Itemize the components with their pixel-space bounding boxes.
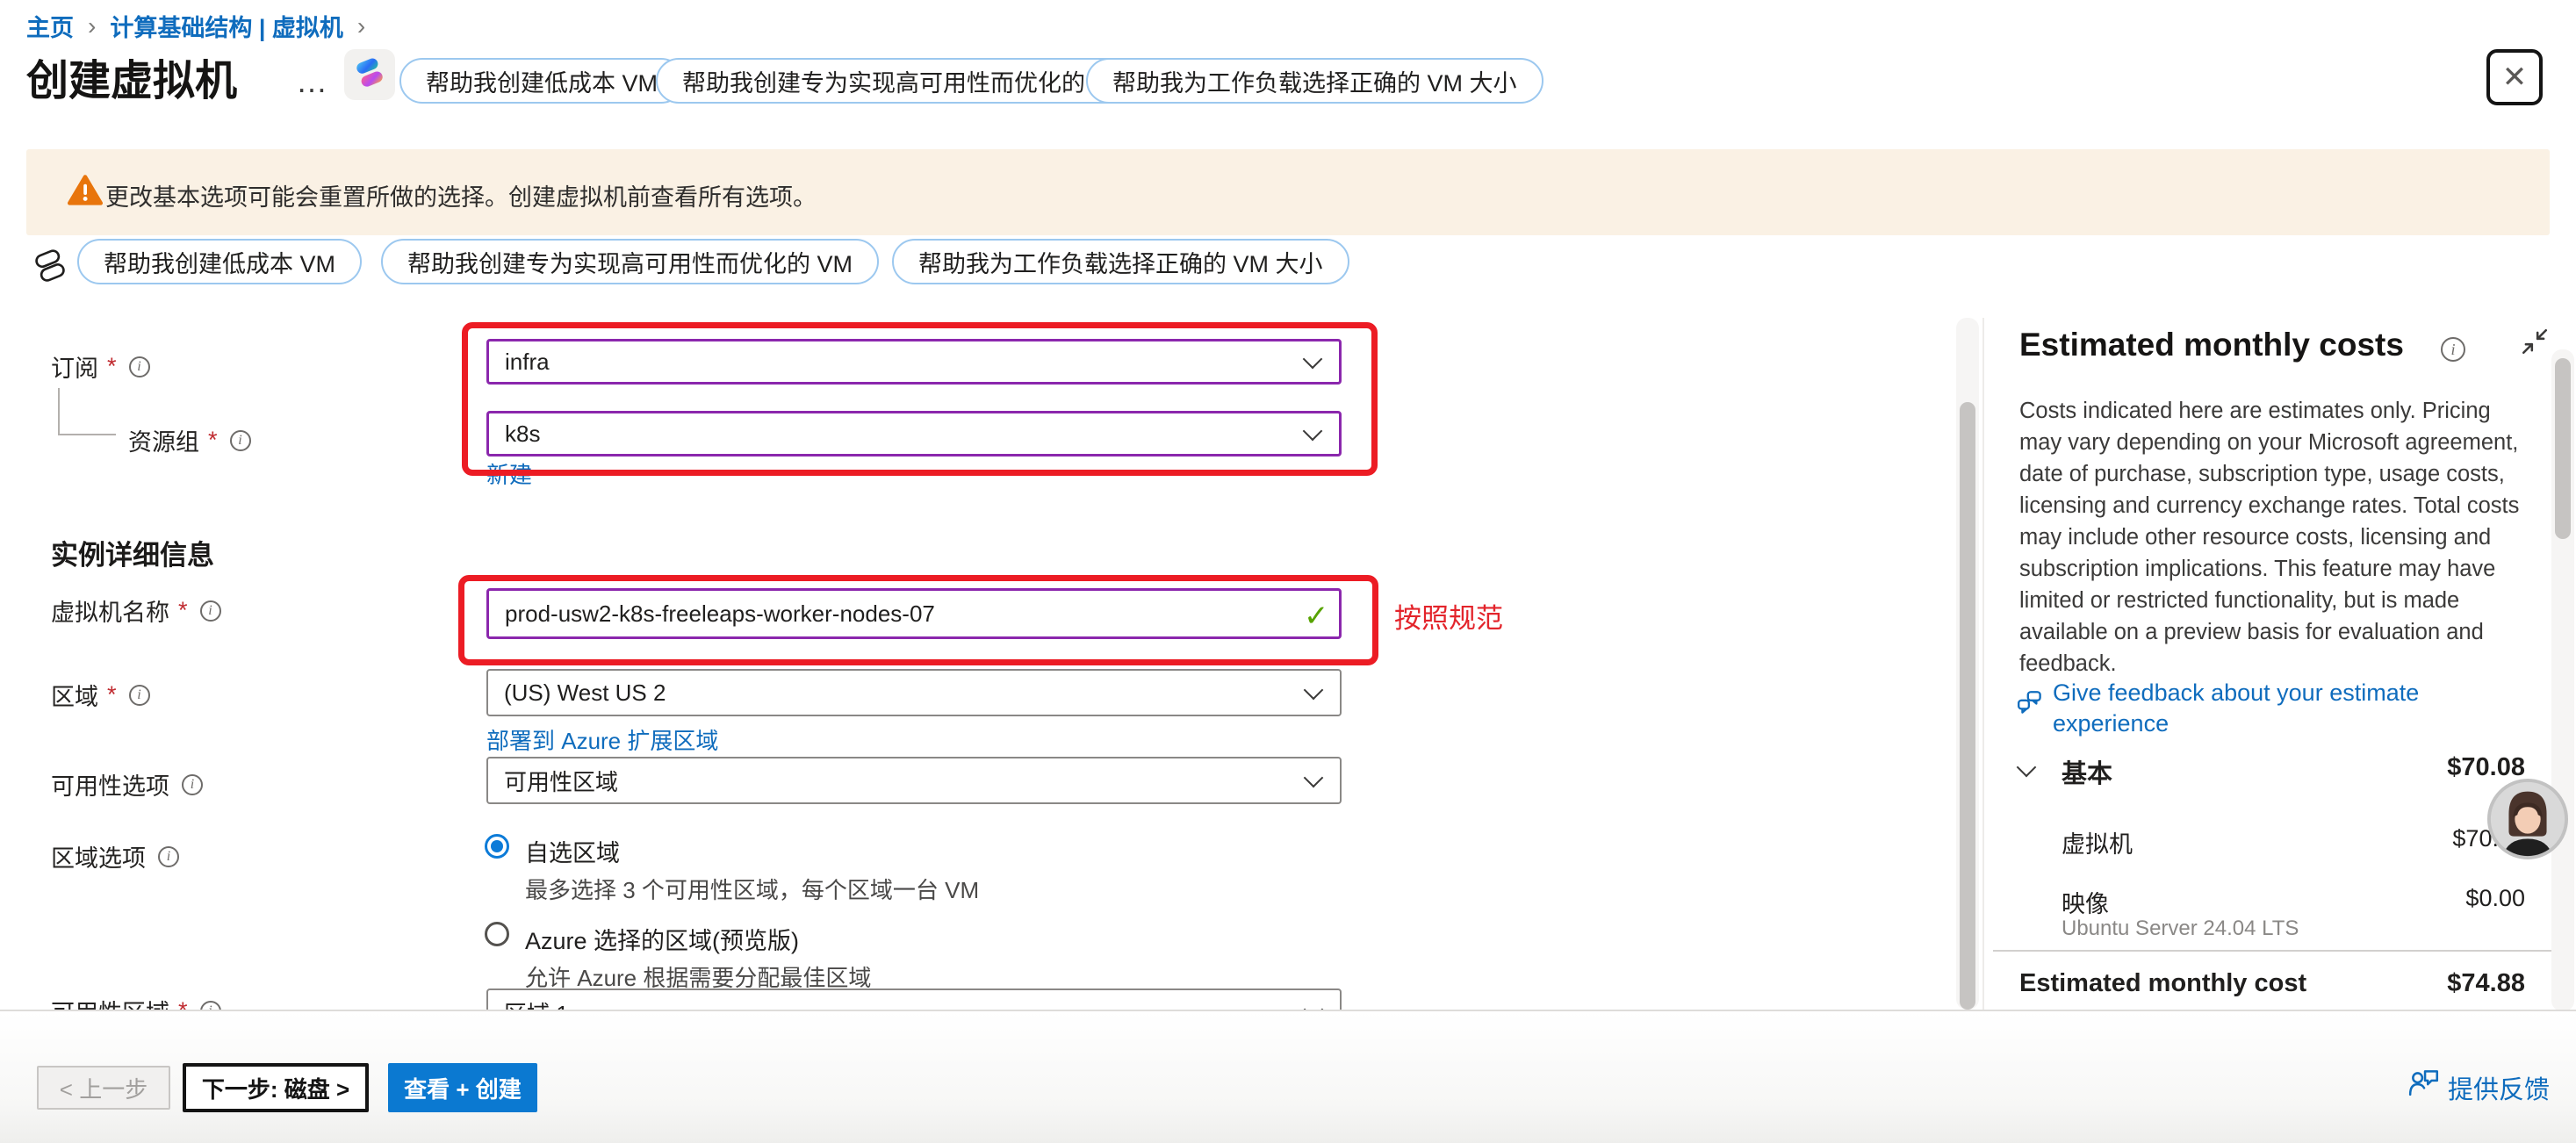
valid-check-icon: ✓	[1304, 599, 1329, 634]
copilot-outline-icon	[32, 248, 68, 289]
warning-icon	[68, 175, 103, 211]
breadcrumb-separator: ›	[357, 12, 365, 40]
radio-azure-selected-zones-label: Azure 选择的区域(预览版)	[525, 922, 799, 956]
chevron-down-icon[interactable]	[2017, 758, 2037, 778]
copilot-button[interactable]	[344, 49, 395, 100]
required-asterisk: *	[178, 597, 188, 624]
zone-options-label-text: 区域选项	[51, 839, 146, 873]
required-asterisk: *	[208, 427, 218, 454]
subscription-label-text: 订阅	[51, 349, 98, 384]
breadcrumb: 主页 › 计算基础结构 | 虚拟机 ›	[26, 9, 365, 43]
annotation-note: 按照规范	[1394, 596, 1503, 636]
feedback-person-icon	[2407, 1068, 2441, 1102]
panel-divider	[1982, 318, 1984, 1010]
info-icon[interactable]: i	[129, 356, 150, 377]
copilot-logo-icon	[352, 55, 387, 95]
estimate-feedback-link[interactable]: Give feedback about your estimate experi…	[2053, 678, 2541, 739]
close-icon: ✕	[2502, 60, 2528, 95]
assist-vm-size-button-2[interactable]: 帮助我为工作负载选择正确的 VM 大小	[892, 239, 1349, 284]
deploy-edge-zone-link[interactable]: 部署到 Azure 扩展区域	[486, 723, 718, 756]
subscription-dropdown[interactable]: infra	[486, 339, 1342, 385]
instance-details-section-title: 实例详细信息	[51, 533, 214, 572]
breadcrumb-home-link[interactable]: 主页	[26, 9, 74, 43]
info-icon[interactable]: i	[230, 430, 251, 451]
create-vm-blade: 主页 › 计算基础结构 | 虚拟机 › 创建虚拟机 … 帮助我创建低成本	[0, 0, 2576, 1143]
breadcrumb-vm-link[interactable]: 计算基础结构 | 虚拟机	[110, 9, 343, 43]
assistant-avatar[interactable]	[2486, 778, 2569, 860]
radio-azure-selected-zones[interactable]	[485, 922, 509, 946]
more-options-icon[interactable]: …	[296, 63, 330, 100]
vm-name-label: 虚拟机名称 * i	[51, 593, 221, 628]
region-label: 区域 * i	[51, 678, 150, 712]
cost-item-image-sub: Ubuntu Server 24.04 LTS	[2062, 917, 2299, 941]
chevron-down-icon	[1304, 680, 1324, 701]
subscription-label: 订阅 * i	[51, 349, 150, 384]
give-feedback-link[interactable]: 提供反馈	[2448, 1069, 2550, 1106]
page-title: 创建虚拟机	[26, 46, 237, 107]
chevron-down-icon	[1304, 768, 1324, 788]
vm-name-label-text: 虚拟机名称	[51, 593, 169, 628]
availability-options-label-text: 可用性选项	[51, 767, 169, 802]
assist-vm-size-button[interactable]: 帮助我为工作负载选择正确的 VM 大小	[1086, 58, 1543, 104]
info-icon[interactable]: i	[129, 685, 150, 706]
radio-self-select-zones-desc: 最多选择 3 个可用性区域，每个区域一台 VM	[525, 873, 979, 905]
footer-bar: < 上一步 下一步: 磁盘 > 查看 + 创建 提供反馈	[0, 1010, 2576, 1143]
info-icon[interactable]: i	[200, 600, 221, 622]
region-dropdown[interactable]: (US) West US 2	[486, 669, 1342, 716]
zone-options-label: 区域选项 i	[51, 839, 179, 873]
assist-high-availability-vm-button-2[interactable]: 帮助我创建专为实现高可用性而优化的 VM	[381, 239, 879, 284]
radio-self-select-zones[interactable]	[485, 834, 509, 859]
cost-group-basic-value: $70.08	[2248, 753, 2525, 782]
cost-total-divider	[1993, 950, 2555, 952]
info-icon[interactable]: i	[182, 774, 203, 795]
chevron-down-icon	[1303, 349, 1323, 370]
assist-high-availability-vm-button[interactable]: 帮助我创建专为实现高可用性而优化的 VM	[656, 58, 1154, 104]
warning-banner: 更改基本选项可能会重置所做的选择。创建虚拟机前查看所有选项。	[26, 149, 2550, 235]
next-disks-button[interactable]: 下一步: 磁盘 >	[183, 1063, 369, 1112]
info-icon[interactable]: i	[2441, 337, 2465, 362]
resource-group-label-text: 资源组	[128, 423, 199, 457]
tree-connector	[58, 434, 116, 435]
chevron-down-icon	[1303, 421, 1323, 442]
cost-panel-disclaimer: Costs indicated here are estimates only.…	[2019, 395, 2532, 679]
main-scrollbar-thumb[interactable]	[1960, 402, 1975, 1010]
resource-group-label: 资源组 * i	[128, 423, 251, 457]
subscription-value: infra	[489, 349, 550, 376]
availability-options-label: 可用性选项 i	[51, 767, 203, 802]
warning-text: 更改基本选项可能会重置所做的选择。创建虚拟机前查看所有选项。	[105, 178, 817, 212]
feedback-bubbles-icon	[2016, 688, 2046, 722]
resource-group-dropdown[interactable]: k8s	[486, 411, 1342, 456]
cost-item-vm-value: $70.08	[2248, 825, 2525, 852]
info-icon[interactable]: i	[158, 846, 179, 867]
cost-item-image-value: $0.00	[2248, 885, 2525, 912]
collapse-panel-icon[interactable]	[2520, 327, 2550, 361]
assist-low-cost-vm-button[interactable]: 帮助我创建低成本 VM	[399, 58, 684, 104]
availability-options-value: 可用性区域	[488, 765, 618, 797]
availability-options-dropdown[interactable]: 可用性区域	[486, 757, 1342, 804]
previous-button[interactable]: < 上一步	[37, 1066, 170, 1110]
required-asterisk: *	[107, 353, 117, 380]
close-button[interactable]: ✕	[2486, 49, 2543, 105]
cost-panel-title: Estimated monthly costs	[2019, 327, 2404, 363]
vm-name-input[interactable]	[486, 588, 1342, 639]
cost-item-image-label: 映像	[2062, 885, 2109, 919]
breadcrumb-separator: ›	[88, 12, 96, 40]
cost-item-vm-label: 虚拟机	[2062, 825, 2133, 859]
create-new-resource-group-link[interactable]: 新建	[486, 457, 532, 490]
tree-connector	[58, 388, 60, 435]
resource-group-value: k8s	[489, 421, 540, 448]
region-label-text: 区域	[51, 678, 98, 712]
required-asterisk: *	[107, 681, 117, 708]
review-create-button[interactable]: 查看 + 创建	[388, 1063, 537, 1112]
assist-low-cost-vm-button-2[interactable]: 帮助我创建低成本 VM	[77, 239, 362, 284]
panel-scrollbar-thumb[interactable]	[2555, 358, 2571, 539]
cost-total-value: $74.88	[2248, 969, 2525, 998]
radio-self-select-zones-label: 自选区域	[525, 834, 620, 868]
region-value: (US) West US 2	[488, 679, 666, 707]
cost-group-basic-label: 基本	[2062, 753, 2112, 790]
